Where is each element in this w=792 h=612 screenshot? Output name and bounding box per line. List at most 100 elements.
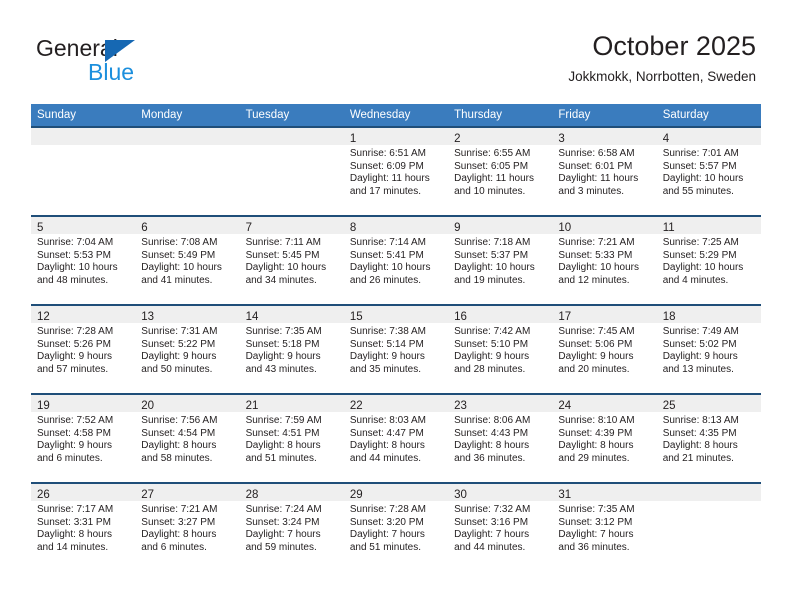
day-cell-body: Sunrise: 7:35 AM Sunset: 3:12 PM Daylight:… xyxy=(552,501,656,554)
daylight-text-cont: and 6 minutes. xyxy=(37,452,103,464)
daylight-text: Daylight: 8 hours xyxy=(349,440,425,452)
calendar-day-cell[interactable]: 25 Sunrise: 8:13 AM Sunset: 4:35 PM Dayligh… xyxy=(656,393,761,483)
day-number: 6 xyxy=(141,222,148,234)
sunrise-text: Sunrise: 7:25 AM xyxy=(662,237,739,248)
day-number-strip: 11 xyxy=(656,217,761,234)
calendar-day-cell[interactable]: 1 Sunrise: 6:51 AM Sunset: 6:09 PM Daylight… xyxy=(343,126,449,216)
brand-logo[interactable]: General Blue xyxy=(32,34,262,90)
sunrise-text: Sunrise: 7:35 AM xyxy=(558,504,635,515)
day-number-strip: 10 xyxy=(552,217,657,234)
sunrise-text: Sunrise: 7:52 AM xyxy=(37,415,114,426)
daylight-text-cont: and 12 minutes. xyxy=(558,274,630,286)
calendar-day-cell[interactable]: 26 Sunrise: 7:17 AM Sunset: 3:31 PM Dayligh… xyxy=(31,482,136,571)
daylight-text: Daylight: 10 hours xyxy=(141,262,222,274)
calendar-day-cell[interactable]: 6 Sunrise: 7:08 AM Sunset: 5:49 PM Daylight… xyxy=(135,215,240,305)
day-number: 30 xyxy=(454,489,467,501)
calendar-day-cell[interactable]: 17 Sunrise: 7:45 AM Sunset: 5:06 PM Dayligh… xyxy=(552,304,657,394)
weekday-header-wednesday: Wednesday xyxy=(343,104,449,127)
calendar-day-cell[interactable]: 11 Sunrise: 7:25 AM Sunset: 5:29 PM Dayligh… xyxy=(656,215,761,305)
day-cell-inner: 22 Sunrise: 8:03 AM Sunset: 4:47 PM Dayligh… xyxy=(343,395,449,482)
day-cell-body: Sunrise: 7:42 AM Sunset: 5:10 PM Daylight:… xyxy=(448,323,552,376)
sunrise-text: Sunrise: 6:58 AM xyxy=(558,148,635,159)
sunrise-text: Sunrise: 7:17 AM xyxy=(37,504,114,515)
day-cell-body: Sunrise: 7:28 AM Sunset: 3:20 PM Daylight:… xyxy=(344,501,448,554)
calendar-day-cell[interactable]: 14 Sunrise: 7:35 AM Sunset: 5:18 PM Dayligh… xyxy=(239,304,344,394)
day-number: 11 xyxy=(662,222,675,234)
calendar-day-cell[interactable]: 13 Sunrise: 7:31 AM Sunset: 5:22 PM Dayligh… xyxy=(135,304,240,394)
day-number: 26 xyxy=(37,489,50,501)
sunrise-text: Sunrise: 8:06 AM xyxy=(454,415,531,426)
day-cell-body: Sunrise: 7:38 AM Sunset: 5:14 PM Daylight:… xyxy=(344,323,448,376)
daylight-text: Daylight: 11 hours xyxy=(558,173,639,185)
sunset-text: Sunset: 4:47 PM xyxy=(349,427,424,439)
calendar-day-cell[interactable]: 30 Sunrise: 7:32 AM Sunset: 3:16 PM Dayligh… xyxy=(448,482,553,571)
day-cell-inner: 15 Sunrise: 7:38 AM Sunset: 5:14 PM Dayligh… xyxy=(343,306,449,393)
calendar-day-cell[interactable]: 19 Sunrise: 7:52 AM Sunset: 4:58 PM Dayligh… xyxy=(31,393,136,483)
calendar-table: Sunday Monday Tuesday Wednesday Thursday… xyxy=(31,104,761,571)
calendar-day-cell[interactable]: 31 Sunrise: 7:35 AM Sunset: 3:12 PM Dayligh… xyxy=(552,482,657,571)
sunrise-text: Sunrise: 7:01 AM xyxy=(662,148,739,159)
calendar-day-cell[interactable]: 12 Sunrise: 7:28 AM Sunset: 5:26 PM Dayligh… xyxy=(31,304,136,394)
calendar-day-cell[interactable]: 20 Sunrise: 7:56 AM Sunset: 4:54 PM Dayligh… xyxy=(135,393,240,483)
day-number: 14 xyxy=(245,311,259,323)
calendar-day-cell[interactable]: 2 Sunrise: 6:55 AM Sunset: 6:05 PM Daylight… xyxy=(448,126,553,216)
day-number-strip: 25 xyxy=(656,395,761,412)
day-cell-body: Sunrise: 7:18 AM Sunset: 5:37 PM Daylight:… xyxy=(448,234,552,287)
calendar-day-cell[interactable]: 7 Sunrise: 7:11 AM Sunset: 5:45 PM Daylight… xyxy=(239,215,344,305)
weekday-header-friday: Friday xyxy=(552,104,657,127)
day-number: 19 xyxy=(37,400,50,412)
day-number: 8 xyxy=(349,222,357,234)
day-number-strip: 27 xyxy=(135,484,240,501)
daylight-text: Daylight: 7 hours xyxy=(558,529,634,541)
day-cell-inner: 4 Sunrise: 7:01 AM Sunset: 5:57 PM Daylight… xyxy=(656,128,761,215)
calendar-day-cell[interactable]: 27 Sunrise: 7:21 AM Sunset: 3:27 PM Dayligh… xyxy=(135,482,240,571)
calendar-day-cell[interactable]: 16 Sunrise: 7:42 AM Sunset: 5:10 PM Dayligh… xyxy=(448,304,553,394)
daylight-text-cont: and 21 minutes. xyxy=(662,452,734,464)
calendar-day-cell[interactable]: 10 Sunrise: 7:21 AM Sunset: 5:33 PM Dayligh… xyxy=(552,215,657,305)
daylight-text-cont: and 3 minutes. xyxy=(558,185,625,197)
calendar-day-cell[interactable]: 4 Sunrise: 7:01 AM Sunset: 5:57 PM Daylight… xyxy=(656,126,761,216)
day-cell-body xyxy=(240,145,344,148)
calendar-day-cell[interactable]: 8 Sunrise: 7:14 AM Sunset: 5:41 PM Daylight… xyxy=(343,215,449,305)
sunset-text: Sunset: 3:16 PM xyxy=(454,516,529,528)
weekday-header-sunday: Sunday xyxy=(31,104,136,127)
calendar-day-cell[interactable]: 9 Sunrise: 7:18 AM Sunset: 5:37 PM Daylight… xyxy=(448,215,553,305)
sunrise-text: Sunrise: 7:31 AM xyxy=(141,326,218,337)
calendar-day-cell[interactable]: 18 Sunrise: 7:49 AM Sunset: 5:02 PM Dayligh… xyxy=(656,304,761,394)
calendar-day-cell[interactable]: 15 Sunrise: 7:38 AM Sunset: 5:14 PM Dayligh… xyxy=(343,304,449,394)
calendar-day-cell[interactable]: 3 Sunrise: 6:58 AM Sunset: 6:01 PM Daylight… xyxy=(552,126,657,216)
day-cell-body: Sunrise: 6:51 AM Sunset: 6:09 PM Daylight:… xyxy=(344,145,448,198)
day-cell-body: Sunrise: 7:35 AM Sunset: 5:18 PM Daylight:… xyxy=(240,323,344,376)
calendar-day-cell[interactable]: 29 Sunrise: 7:28 AM Sunset: 3:20 PM Dayligh… xyxy=(343,482,449,571)
daylight-text: Daylight: 8 hours xyxy=(454,440,530,452)
weekday-header-thursday: Thursday xyxy=(448,104,553,127)
calendar-day-cell-empty xyxy=(31,126,136,216)
daylight-text: Daylight: 9 hours xyxy=(662,351,738,363)
sunset-text: Sunset: 4:35 PM xyxy=(662,427,737,439)
calendar-day-cell[interactable]: 24 Sunrise: 8:10 AM Sunset: 4:39 PM Dayligh… xyxy=(552,393,657,483)
daylight-text: Daylight: 9 hours xyxy=(454,351,530,363)
day-number-strip: 12 xyxy=(31,306,136,323)
calendar-day-cell[interactable]: 5 Sunrise: 7:04 AM Sunset: 5:53 PM Daylight… xyxy=(31,215,136,305)
calendar-day-cell[interactable]: 28 Sunrise: 7:24 AM Sunset: 3:24 PM Dayligh… xyxy=(239,482,344,571)
calendar-day-cell[interactable]: 21 Sunrise: 7:59 AM Sunset: 4:51 PM Dayligh… xyxy=(239,393,344,483)
day-number-strip: 13 xyxy=(135,306,240,323)
day-cell-body: Sunrise: 7:21 AM Sunset: 3:27 PM Daylight:… xyxy=(135,501,239,554)
day-number-strip: 20 xyxy=(135,395,240,412)
day-cell-inner xyxy=(656,484,761,571)
day-cell-inner: 1 Sunrise: 6:51 AM Sunset: 6:09 PM Daylight… xyxy=(343,128,449,215)
daylight-text: Daylight: 9 hours xyxy=(37,440,113,452)
day-cell-inner: 19 Sunrise: 7:52 AM Sunset: 4:58 PM Dayligh… xyxy=(31,395,136,482)
day-cell-body xyxy=(657,501,761,504)
sunset-text: Sunset: 5:53 PM xyxy=(37,249,111,261)
daylight-text: Daylight: 11 hours xyxy=(454,173,534,185)
day-number: 20 xyxy=(141,400,155,412)
calendar-day-cell[interactable]: 22 Sunrise: 8:03 AM Sunset: 4:47 PM Dayligh… xyxy=(343,393,449,483)
daylight-text-cont: and 6 minutes. xyxy=(141,541,207,553)
day-cell-inner: 2 Sunrise: 6:55 AM Sunset: 6:05 PM Daylight… xyxy=(448,128,553,215)
sunset-text: Sunset: 4:43 PM xyxy=(454,427,529,439)
day-number: 29 xyxy=(349,489,363,501)
calendar-header-row: Sunday Monday Tuesday Wednesday Thursday… xyxy=(31,104,761,127)
day-number-strip: 3 xyxy=(552,128,657,145)
calendar-day-cell[interactable]: 23 Sunrise: 8:06 AM Sunset: 4:43 PM Dayligh… xyxy=(448,393,553,483)
